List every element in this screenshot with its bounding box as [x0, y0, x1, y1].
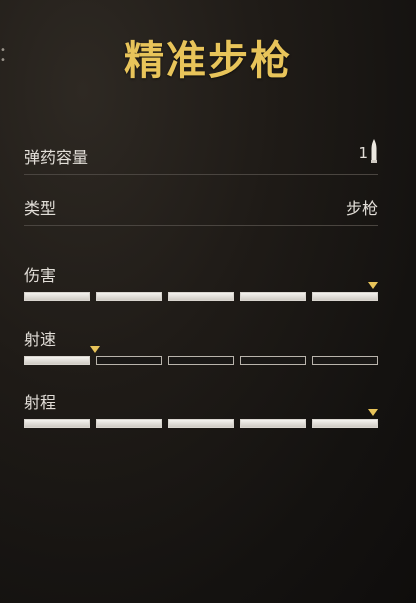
bullet-icon [371, 139, 377, 163]
weapon-title: 精准步枪 [124, 37, 292, 84]
weapon-info-panel: • • 精准步枪 弹药容量 1 类型 步枪 伤害 射速 射程 [0, 0, 416, 603]
stat-segment [96, 419, 162, 428]
stat-segment [24, 419, 90, 428]
stat-segment [168, 292, 234, 301]
stat-segment [312, 292, 378, 301]
stat-label-damage: 伤害 [24, 266, 57, 285]
stat-segment [96, 356, 162, 365]
stat-marker-icon [90, 346, 100, 353]
stat-segment [168, 419, 234, 428]
stat-segment [240, 419, 306, 428]
stat-bar-damage [24, 282, 380, 302]
stat-bar-fire-rate [24, 346, 380, 366]
stat-label-fire-rate: 射速 [24, 330, 57, 349]
ammo-capacity-row: 弹药容量 1 [24, 134, 378, 175]
stat-segment [24, 356, 90, 365]
stat-marker-icon [368, 282, 378, 289]
stat-segment [24, 292, 90, 301]
ammo-capacity-value: 1 [358, 144, 368, 162]
stat-segment [96, 292, 162, 301]
stat-label-range: 射程 [24, 393, 57, 412]
ammo-capacity-label: 弹药容量 [24, 148, 89, 167]
stat-segment [168, 356, 234, 365]
stat-segment [240, 292, 306, 301]
stat-bar-range [24, 409, 380, 429]
stat-marker-icon [368, 409, 378, 416]
stat-segment [240, 356, 306, 365]
weapon-type-value: 步枪 [345, 199, 378, 218]
weapon-type-label: 类型 [24, 199, 57, 218]
stat-segment [312, 419, 378, 428]
stat-segment [312, 356, 378, 365]
weapon-type-row: 类型 步枪 [24, 185, 378, 226]
